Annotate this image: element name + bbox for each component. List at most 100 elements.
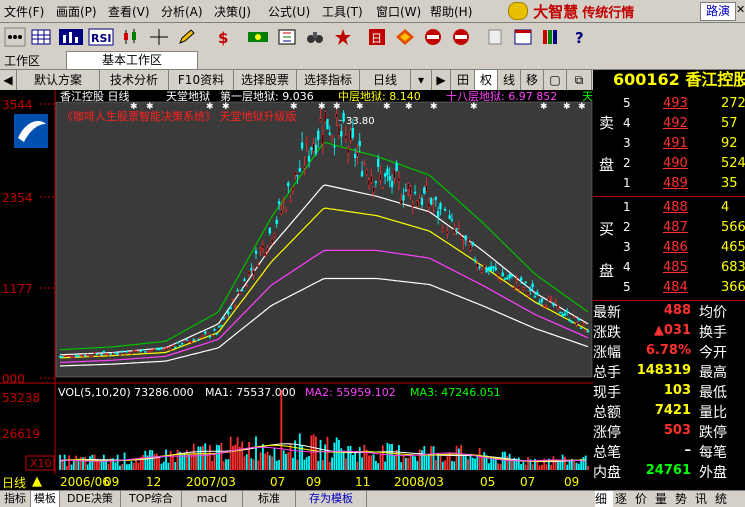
tab-indicator[interactable]: 指标 xyxy=(0,491,31,507)
candle-body xyxy=(462,242,465,244)
qtab-trend[interactable]: 势 xyxy=(675,491,687,507)
menu-tools[interactable]: 工具(T) xyxy=(322,3,363,20)
sell-price[interactable]: 490 xyxy=(663,156,688,171)
workspace-tab[interactable]: 基本工作区 xyxy=(66,51,198,70)
grid-icon[interactable] xyxy=(30,27,52,47)
chart-flag-icon[interactable] xyxy=(276,27,298,47)
func-f10[interactable]: F10资料 xyxy=(169,70,234,90)
lines-icon[interactable] xyxy=(246,27,270,47)
buy-price[interactable]: 485 xyxy=(663,260,688,275)
candle-body xyxy=(243,279,246,281)
candle-body xyxy=(111,352,115,355)
ri-book-icon[interactable]: 日 xyxy=(366,27,388,47)
tab-save-template[interactable]: 存为模板 xyxy=(296,491,367,507)
sell-volume: 272 xyxy=(721,96,745,111)
period-arrow-icon[interactable]: ▲ xyxy=(32,474,42,489)
menu-window[interactable]: 窗口(W) xyxy=(376,3,421,20)
sell-volume: 35 xyxy=(721,176,738,191)
volume-bar xyxy=(342,450,345,470)
tab-top[interactable]: TOP综合 xyxy=(121,491,182,507)
rsi-icon[interactable]: RSI xyxy=(88,27,114,47)
window-icon[interactable] xyxy=(512,27,534,47)
candle-body xyxy=(270,238,274,244)
line-button[interactable]: 线 xyxy=(498,70,521,90)
roadshow-button[interactable]: 路演 xyxy=(700,2,736,21)
volume-bar xyxy=(411,454,414,470)
sell-label-2: 盘 xyxy=(599,156,615,174)
qtab-price[interactable]: 价 xyxy=(635,491,647,507)
diamond-icon[interactable] xyxy=(394,27,416,47)
doc-icon[interactable] xyxy=(484,27,506,47)
qtab-tick[interactable]: 逐 xyxy=(615,491,627,507)
buy-price[interactable]: 488 xyxy=(663,200,688,215)
frame-icon[interactable]: ▢ xyxy=(544,70,567,90)
sell-price[interactable]: 489 xyxy=(663,176,688,191)
no-entry2-icon[interactable] xyxy=(450,27,472,47)
restore-icon[interactable]: ⧉ xyxy=(567,70,592,90)
period-dropdown-icon[interactable]: ▾ xyxy=(411,70,432,90)
volume-bar xyxy=(296,459,299,470)
volume-bar xyxy=(245,454,248,470)
func-select-stock[interactable]: 选择股票 xyxy=(234,70,297,90)
candle-body xyxy=(487,267,491,270)
tab-macd[interactable]: macd xyxy=(182,491,243,507)
volume-bar xyxy=(559,461,562,470)
cross-icon[interactable] xyxy=(148,27,170,47)
dots-icon[interactable] xyxy=(4,27,26,47)
help-icon[interactable]: ? xyxy=(572,27,594,47)
menu-decision[interactable]: 决策(J) xyxy=(214,3,251,20)
kline-chart[interactable]: 3544 2354 1177 000 香江控股 日线 天堂地狱 第一层地狱: 9… xyxy=(0,90,593,475)
move-button[interactable]: 移 xyxy=(521,70,544,90)
candle-body xyxy=(141,349,145,351)
candle-body xyxy=(483,264,486,269)
tab-dde[interactable]: DDE决策 xyxy=(60,491,121,507)
func-default-scheme[interactable]: 默认方案 xyxy=(17,70,100,90)
stat-label-2: 均价 xyxy=(699,305,727,321)
volume-bar xyxy=(409,454,412,470)
dollar-icon[interactable]: $ xyxy=(212,27,234,47)
close-icon[interactable]: ✕ xyxy=(736,3,745,16)
func-tech-analysis[interactable]: 技术分析 xyxy=(100,70,169,90)
scroll-icon[interactable]: ▶ xyxy=(432,70,451,90)
sell-price[interactable]: 492 xyxy=(663,116,688,131)
buy-price[interactable]: 487 xyxy=(663,220,688,235)
binoculars-icon[interactable] xyxy=(304,27,326,47)
candle-body xyxy=(68,354,71,357)
books-icon[interactable] xyxy=(540,27,562,47)
rights-button[interactable]: 权 xyxy=(475,70,498,90)
tab-template[interactable]: 模板 xyxy=(31,491,60,507)
stat-value: 103 xyxy=(663,383,691,398)
no-entry-icon[interactable] xyxy=(422,27,444,47)
star-icon[interactable] xyxy=(332,27,354,47)
bar-chart-icon[interactable] xyxy=(58,27,84,47)
sell-price[interactable]: 491 xyxy=(663,136,688,151)
volume-bar xyxy=(66,466,68,470)
tab-standard[interactable]: 标准 xyxy=(243,491,296,507)
prev-arrow-icon[interactable]: ◀ xyxy=(0,70,17,90)
qtab-volume[interactable]: 量 xyxy=(655,491,667,507)
qtab-stats[interactable]: 统 xyxy=(715,491,727,507)
pencil-icon[interactable] xyxy=(176,27,198,47)
grid-view-button[interactable]: 田 xyxy=(452,70,475,90)
qtab-news[interactable]: 讯 xyxy=(695,491,707,507)
buy-price[interactable]: 484 xyxy=(663,280,688,295)
menu-help[interactable]: 帮助(H) xyxy=(430,3,472,20)
func-select-indicator[interactable]: 选择指标 xyxy=(297,70,360,90)
menu-analysis[interactable]: 分析(A) xyxy=(161,3,203,20)
volume-bar xyxy=(165,449,167,470)
menu-screen[interactable]: 画面(P) xyxy=(56,3,97,20)
menu-file[interactable]: 文件(F) xyxy=(4,3,44,20)
signal-star: ✱ xyxy=(405,102,413,112)
candle-body xyxy=(266,247,269,251)
candle-body xyxy=(337,125,341,136)
candle-body xyxy=(506,277,509,280)
menu-view[interactable]: 查看(V) xyxy=(108,3,150,20)
menu-formula[interactable]: 公式(U) xyxy=(268,3,310,20)
sell-price[interactable]: 493 xyxy=(663,96,688,111)
qtab-detail[interactable]: 细 xyxy=(595,491,613,507)
candle-body xyxy=(450,219,454,221)
func-period[interactable]: 日线 xyxy=(360,70,411,90)
volume-bar xyxy=(432,446,435,470)
buy-price[interactable]: 486 xyxy=(663,240,688,255)
kline-icon[interactable] xyxy=(120,27,142,47)
